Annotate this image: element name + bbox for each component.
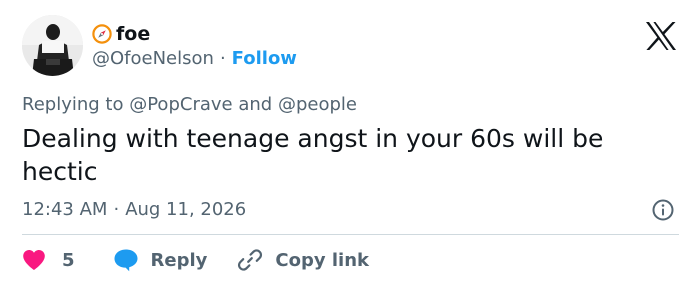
speech-bubble-icon	[113, 248, 139, 272]
display-name[interactable]: foe	[116, 23, 150, 45]
reply-button[interactable]: Reply	[113, 248, 208, 272]
copy-link-button[interactable]: Copy link	[237, 247, 369, 273]
heart-icon	[22, 249, 46, 271]
compass-icon	[92, 24, 112, 44]
mention-people[interactable]: @people	[278, 94, 357, 115]
tweet-date: Aug 11, 2026	[125, 199, 247, 220]
like-button[interactable]: 5	[22, 249, 75, 271]
tweet-timestamp[interactable]: 12:43 AM · Aug 11, 2026	[22, 198, 246, 222]
action-bar: 5 Reply Copy link	[22, 247, 369, 273]
tweet-time: 12:43 AM	[22, 199, 108, 220]
divider	[22, 234, 679, 235]
dot-separator: ·	[219, 48, 226, 69]
avatar-photo	[22, 15, 83, 76]
replying-to: Replying to @PopCrave and @people	[22, 93, 357, 117]
replying-conjunction: and	[238, 94, 273, 115]
mention-popcrave[interactable]: @PopCrave	[129, 94, 232, 115]
like-count: 5	[62, 249, 75, 271]
handle-row: @OfoeNelson · Follow	[92, 48, 297, 70]
replying-prefix: Replying to	[22, 94, 124, 115]
avatar[interactable]	[22, 15, 83, 76]
reply-label: Reply	[150, 249, 208, 271]
tweet-text: Dealing with teenage angst in your 60s w…	[22, 124, 604, 186]
time-separator: ·	[113, 199, 120, 220]
follow-button[interactable]: Follow	[232, 48, 297, 69]
link-icon	[237, 247, 263, 273]
copy-link-label: Copy link	[275, 249, 369, 271]
author-name-row[interactable]: foe	[92, 22, 150, 46]
user-handle[interactable]: @OfoeNelson	[92, 48, 214, 69]
info-icon[interactable]	[652, 199, 674, 221]
x-logo-icon[interactable]	[645, 22, 677, 50]
